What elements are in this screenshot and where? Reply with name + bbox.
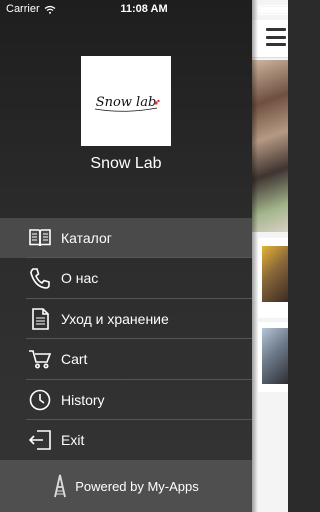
hamburger-menu-icon[interactable] <box>266 28 286 46</box>
snow-lab-logo-image: Snow lab <box>94 95 160 112</box>
menu-item-label: Cart <box>61 351 88 368</box>
drawer-shadow <box>252 0 258 512</box>
book-icon <box>27 226 53 250</box>
menu-item-catalog[interactable]: Каталог <box>0 218 252 259</box>
menu-item-history[interactable]: History <box>0 380 252 420</box>
exit-icon <box>27 428 53 452</box>
clock-icon <box>27 388 53 412</box>
battery-icon <box>258 5 288 15</box>
menu-item-exit[interactable]: Exit <box>0 420 252 460</box>
product-thumbnail <box>262 328 288 384</box>
svg-text:Snow lab: Snow lab <box>96 95 157 110</box>
menu-item-label: History <box>61 391 105 408</box>
product-card[interactable] <box>258 322 288 392</box>
powered-by-footer[interactable]: Powered by My-Apps <box>0 460 252 512</box>
menu-item-cart[interactable]: Cart <box>0 339 252 380</box>
phone-icon <box>27 266 53 290</box>
menu-item-care[interactable]: Уход и хранение <box>0 299 252 340</box>
menu-item-label: Каталог <box>61 230 112 246</box>
navigation-drawer: Snow lab Snow Lab Каталог О нас Уход и х… <box>0 0 252 512</box>
status-time: 11:08 AM <box>120 3 168 15</box>
menu-item-label: Exit <box>61 431 85 448</box>
menu-item-label: Уход и хранение <box>61 310 169 327</box>
my-apps-logo-icon <box>54 474 67 498</box>
cart-icon <box>27 347 53 371</box>
product-thumbnail <box>262 246 288 302</box>
powered-by-label: Powered by My-Apps <box>75 478 199 494</box>
status-bar: Carrier 11:08 AM <box>0 0 288 20</box>
app-name: Snow Lab <box>90 155 162 172</box>
document-icon <box>27 307 53 331</box>
app-logo: Snow lab <box>81 56 171 146</box>
menu-item-about[interactable]: О нас <box>0 258 252 299</box>
drawer-menu: Каталог О нас Уход и хранение Cart Histo… <box>0 218 252 460</box>
product-card[interactable] <box>258 238 288 318</box>
menu-item-label: О нас <box>61 270 99 287</box>
